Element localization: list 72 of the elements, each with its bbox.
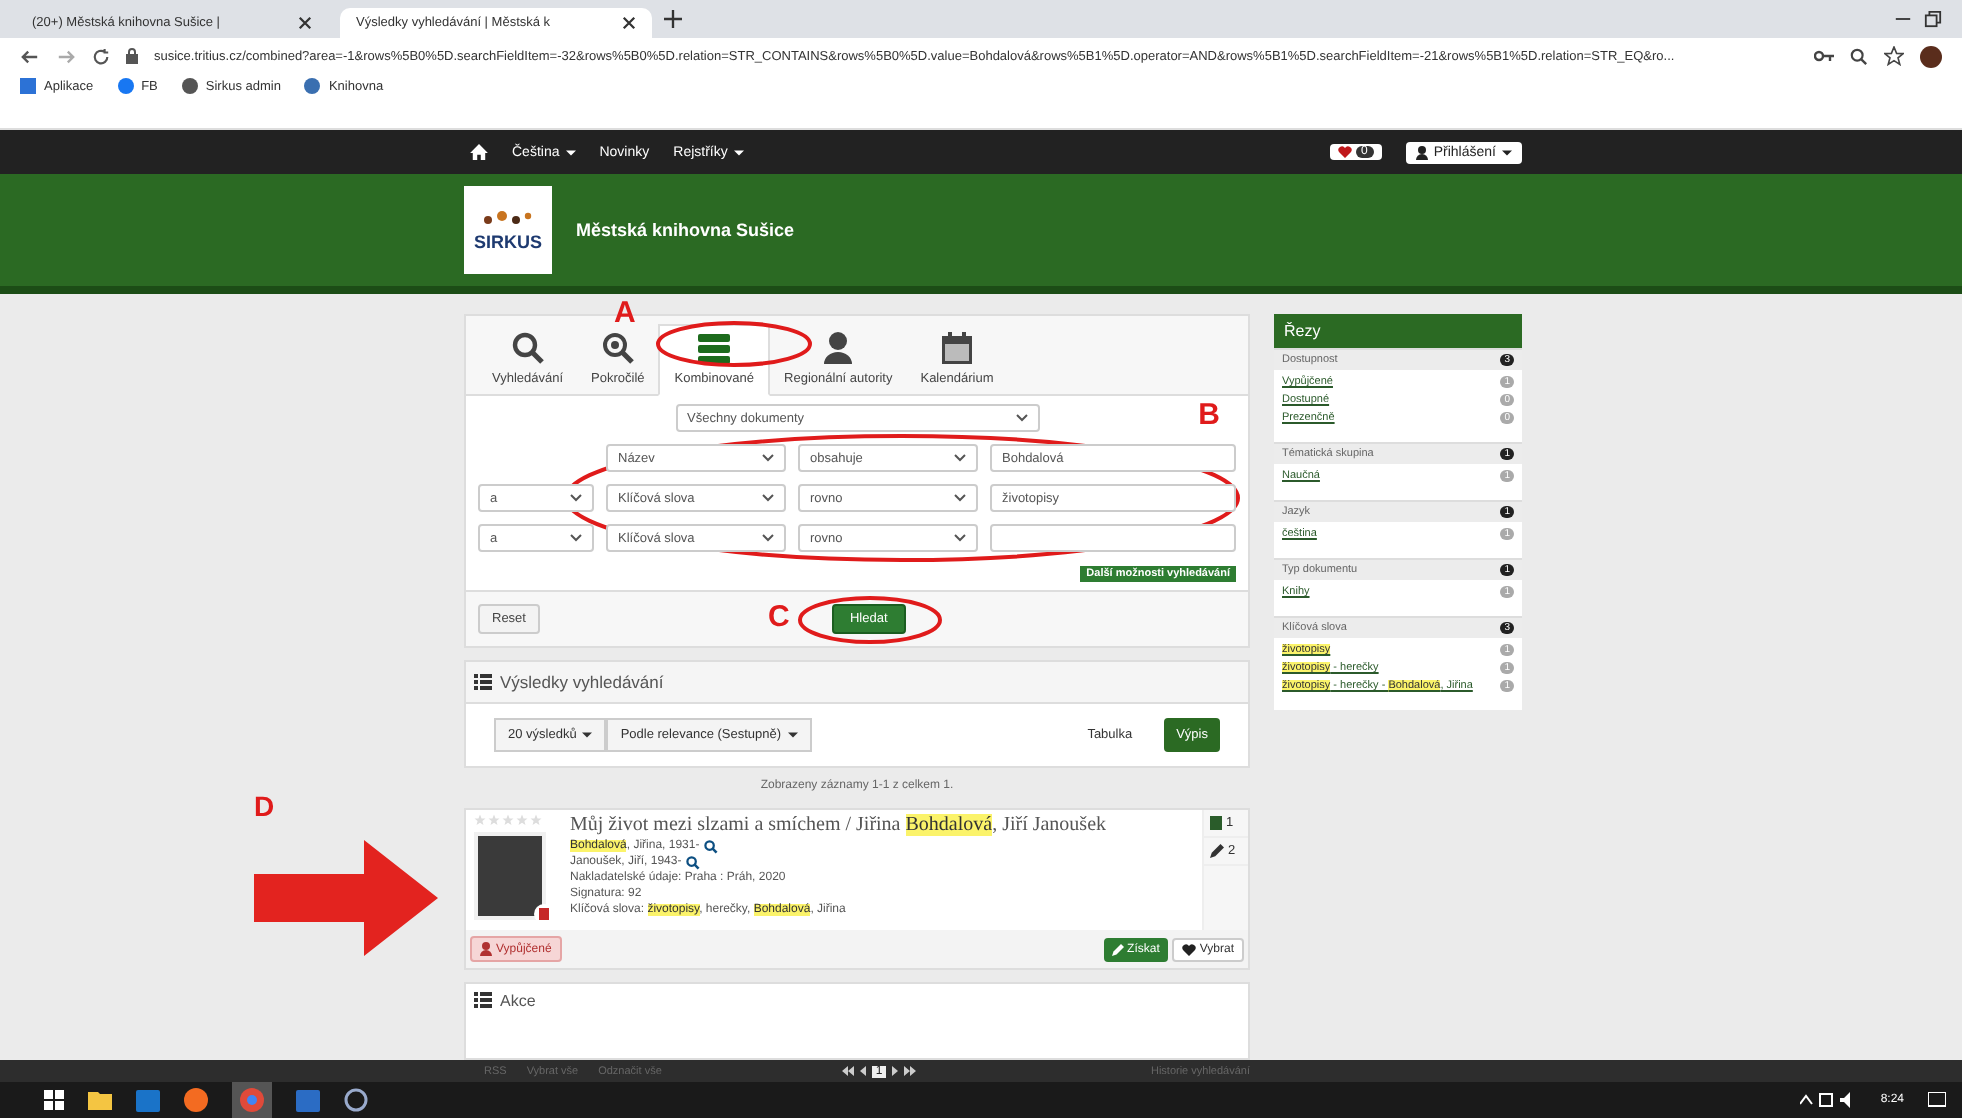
list-icon (474, 992, 492, 1008)
star-icon[interactable] (1884, 46, 1904, 66)
chevron-icon (762, 454, 774, 462)
heart-icon (1337, 146, 1352, 158)
list-icon (698, 334, 731, 364)
bookmark-icon (304, 78, 321, 94)
search-icon[interactable] (703, 839, 718, 853)
document-app-icon[interactable] (296, 1089, 320, 1111)
user-icon (824, 332, 853, 364)
folder-icon[interactable] (88, 1090, 112, 1110)
facets-heading: Řezy (1274, 314, 1522, 348)
actions-heading: Akce (500, 992, 536, 1010)
library-name: Městská knihovna Sušice (576, 220, 795, 240)
annotation-letter: D (254, 792, 275, 820)
star-icon[interactable] (488, 814, 500, 826)
back-icon[interactable] (20, 47, 40, 65)
bookmark-icon (181, 78, 198, 94)
chevron-icon (954, 494, 966, 502)
globe-icon[interactable] (344, 1088, 368, 1112)
mail-app-icon[interactable] (136, 1089, 160, 1111)
chevron-icon (762, 494, 774, 502)
chevron-icon (954, 534, 966, 542)
pencil-icon (1111, 943, 1124, 955)
list-icon (474, 674, 492, 690)
new-tab-icon[interactable] (664, 10, 682, 28)
caret-icon (582, 732, 593, 738)
annotation-letter: B (1198, 400, 1220, 430)
zoom-in-icon (601, 332, 634, 364)
user-icon (1415, 145, 1428, 159)
annotation-letter: C (767, 602, 790, 632)
star-icon[interactable] (474, 814, 486, 826)
key-icon[interactable] (1814, 50, 1834, 62)
lock-icon (126, 48, 138, 64)
chevron-icon (570, 494, 582, 502)
results-heading: Výsledky vyhledávání (500, 672, 664, 692)
bookmark-icon (20, 78, 36, 94)
star-icon[interactable] (516, 814, 528, 826)
chevron-icon (1015, 414, 1027, 422)
book-icon (1210, 816, 1222, 830)
heart-icon (1181, 943, 1196, 955)
chevron-icon (762, 534, 774, 542)
caret-icon (1502, 149, 1512, 155)
zoom-icon[interactable] (1850, 47, 1868, 65)
chevron-icon (954, 454, 966, 462)
caret-icon (787, 732, 798, 738)
bookmark-icon (117, 78, 134, 94)
book-icon (534, 904, 554, 924)
close-icon[interactable] (622, 16, 636, 30)
browser-app-icon[interactable] (184, 1088, 208, 1112)
search-icon[interactable] (685, 855, 700, 869)
last-page-icon[interactable] (904, 1066, 917, 1076)
user-icon (480, 942, 492, 956)
library-logo[interactable]: SIRKUS (464, 186, 552, 274)
pencil-icon (1210, 844, 1224, 858)
restore-icon[interactable] (1924, 10, 1942, 28)
search-icon (511, 332, 544, 364)
star-icon[interactable] (530, 814, 542, 826)
close-icon[interactable] (298, 16, 312, 30)
chevron-icon (570, 534, 582, 542)
calendar-icon (941, 332, 972, 364)
next-page-icon[interactable] (892, 1066, 899, 1076)
notification-icon[interactable] (1928, 1091, 1946, 1109)
home-icon[interactable] (470, 144, 488, 160)
star-icon[interactable] (502, 814, 514, 826)
record-title[interactable]: Můj život mezi slzami a smíchem / Jiřina Bohdalová, Jiří Janoušek (570, 814, 1194, 836)
annotation-letter: A (614, 298, 636, 328)
avatar-icon[interactable] (1920, 45, 1942, 67)
previous-page-icon[interactable] (859, 1066, 866, 1076)
search-value-field[interactable] (990, 524, 1236, 552)
start-icon[interactable] (44, 1090, 64, 1110)
first-page-icon[interactable] (841, 1066, 854, 1076)
reload-icon[interactable] (92, 47, 110, 65)
